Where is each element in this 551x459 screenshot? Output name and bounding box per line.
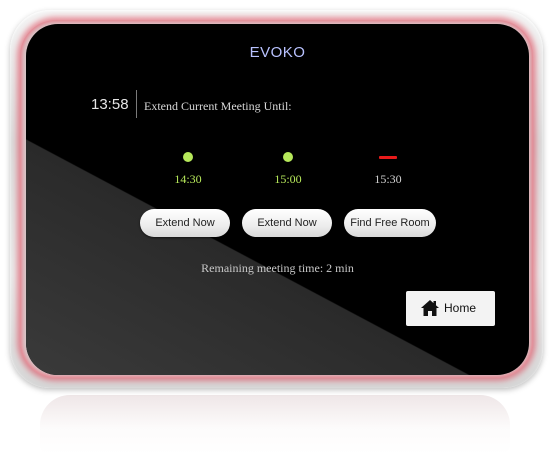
extend-now-button-2[interactable]: Extend Now [242,209,332,237]
remaining-time-text: Remaining meeting time: 2 min [201,261,354,275]
device-reflection [40,395,510,455]
brand-logo: EVOKO [249,44,306,61]
header-divider [136,90,137,118]
time-slot-2[interactable]: 15:00 [248,152,328,187]
available-dot-icon [283,152,293,162]
time-slot-1[interactable]: 14:30 [148,152,228,187]
available-dot-icon [183,152,193,162]
find-free-room-button[interactable]: Find Free Room [344,209,436,237]
extend-now-button-1[interactable]: Extend Now [140,209,230,237]
device-scene: EVOKO 13:58 Extend Current Meeting Until… [0,0,551,459]
time-slot-3[interactable]: 15:30 [348,152,428,187]
home-label: Home [444,301,477,315]
touch-screen: EVOKO 13:58 Extend Current Meeting Until… [26,24,529,375]
slot-time-label: 15:30 [374,172,402,186]
home-button[interactable]: Home [406,291,495,326]
booked-bar-icon [379,156,397,159]
slot-time-label: 14:30 [174,172,202,186]
slot-time-label: 15:00 [274,172,302,186]
current-time: 13:58 [91,96,129,113]
home-icon [421,300,439,316]
extend-prompt: Extend Current Meeting Until: [144,99,292,113]
